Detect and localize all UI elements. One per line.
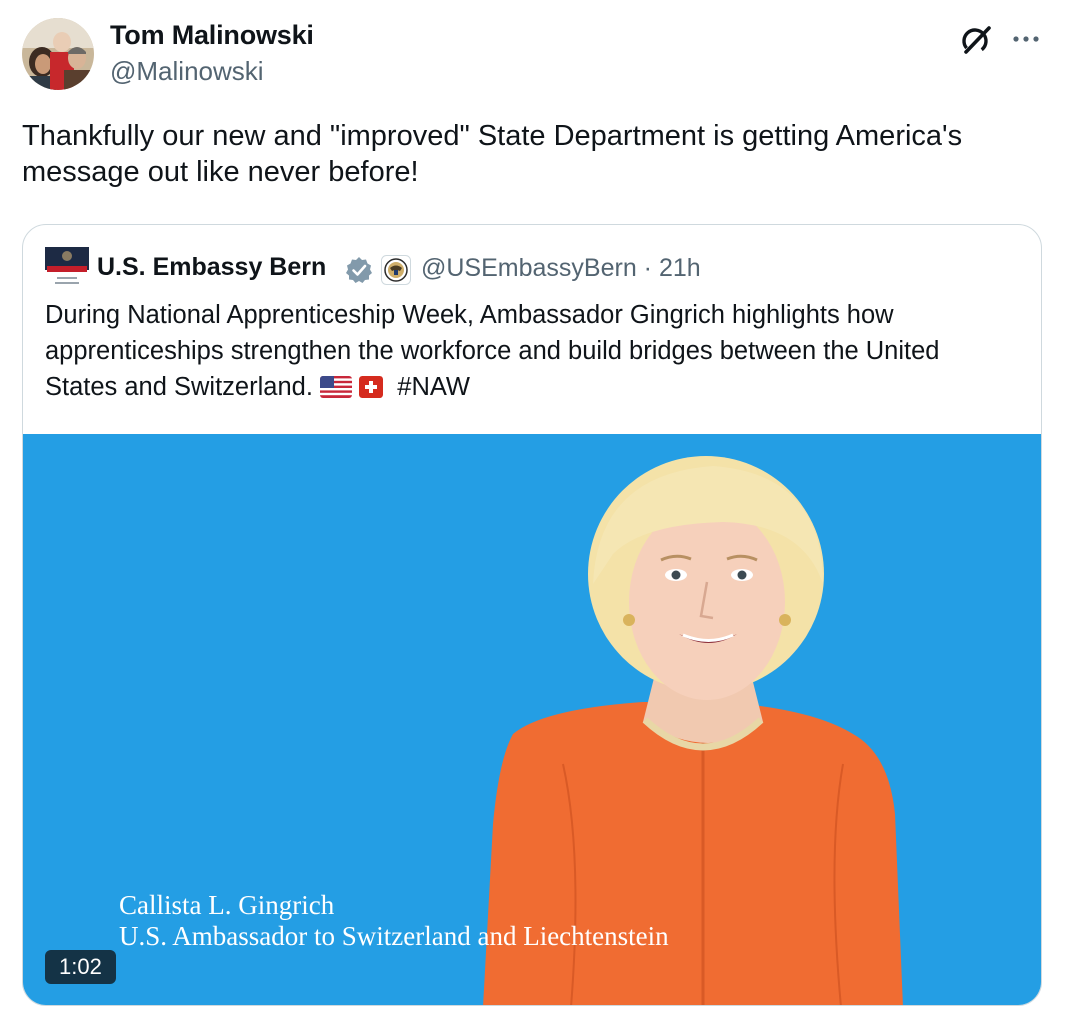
video-player[interactable]: Callista L. Gingrich U.S. Ambassador to … (23, 434, 1041, 1005)
quoted-text: During National Apprenticeship Week, Amb… (45, 297, 1005, 405)
swiss-flag-icon (359, 376, 384, 398)
verified-badge-icon (345, 256, 373, 284)
embassy-avatar (45, 247, 89, 291)
author-handle[interactable]: @Malinowski (110, 56, 264, 87)
author-display-name[interactable]: Tom Malinowski (110, 20, 314, 51)
state-department-seal-icon[interactable] (381, 255, 411, 285)
video-caption-name: Callista L. Gingrich (119, 890, 335, 920)
us-flag-icon (320, 376, 352, 398)
video-duration-badge: 1:02 (45, 950, 116, 984)
grok-icon[interactable] (958, 22, 994, 58)
quoted-handle-time[interactable]: @USEmbassyBern · 21h (421, 254, 701, 283)
quoted-tweet[interactable]: U.S. Embassy Bern @USEmbassyBern · 21h D… (22, 224, 1042, 1006)
quoted-text-main: During National Apprenticeship Week, Amb… (45, 301, 940, 401)
video-caption-title: U.S. Ambassador to Switzerland and Liech… (119, 921, 669, 951)
hashtag-link[interactable]: #NAW (397, 373, 470, 401)
tweet: Tom Malinowski @Malinowski Thankfully ou… (0, 0, 1076, 1024)
author-avatar[interactable] (22, 18, 94, 90)
tweet-text: Thankfully our new and "improved" State … (22, 120, 963, 188)
more-options-icon[interactable] (1010, 24, 1042, 54)
quoted-display-name[interactable]: U.S. Embassy Bern (97, 253, 326, 282)
